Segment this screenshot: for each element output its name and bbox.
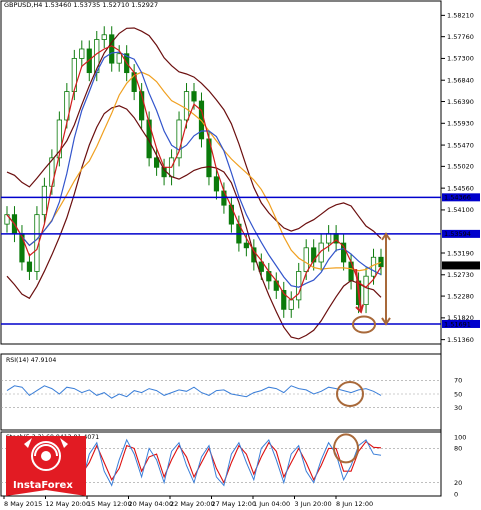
stoch-tick-label: 0 [454, 490, 458, 498]
level-tag-upper: 1.54366 [444, 194, 471, 202]
candle-body [363, 275, 369, 306]
stoch-tick-label: 100 [454, 433, 466, 441]
time-tick-label: 22 May 20:00 [170, 500, 215, 508]
candle-body [378, 256, 384, 268]
time-tick-label: 8 May 2015 [4, 500, 42, 508]
time-tick-label: 1 Jun 04:00 [253, 500, 290, 508]
candle-body [191, 91, 197, 102]
price-tick-label: 1.52730 [447, 271, 474, 279]
price-tick-label: 1.56840 [447, 77, 474, 85]
logo-text: InstaForex [13, 480, 73, 491]
price-tick-label: 1.57300 [447, 55, 474, 63]
time-tick-label: 27 May 12:00 [212, 500, 257, 508]
candle-body [41, 185, 48, 216]
candle-body [26, 261, 33, 272]
level-tag-support: 1.51691 [444, 320, 471, 328]
price-tick-label: 1.58210 [447, 12, 474, 20]
time-tick-label: 12 May 20:00 [46, 500, 91, 508]
candle-body [213, 176, 220, 192]
candle-body [116, 53, 122, 64]
rsi-tick-label: 30 [454, 404, 462, 412]
price-tick-label: 1.55020 [447, 163, 474, 171]
price-tick-label: 1.57760 [447, 33, 474, 41]
time-tick-label: 8 Jun 12:00 [336, 500, 373, 508]
candle-body [243, 242, 249, 249]
candle-body [288, 299, 294, 310]
price-tick-label: 1.55930 [447, 120, 474, 128]
candle-body [183, 91, 190, 121]
candle-body [303, 247, 309, 272]
candle-body [109, 34, 115, 64]
candle-body [101, 34, 107, 40]
bollinger-upper [6, 27, 382, 239]
candle-body [79, 48, 85, 59]
price-tick-label: 1.52280 [447, 292, 474, 300]
current-price-tag: 1.52927 [444, 262, 471, 270]
price-tick-label: 1.56390 [447, 98, 474, 106]
price-tick-label: 1.54100 [447, 206, 474, 214]
price-tick-label: 1.53190 [447, 249, 474, 257]
stoch-tick-label: 80 [454, 445, 462, 453]
stoch-tick-label: 20 [454, 479, 462, 487]
rsi-tick-label: 50 [454, 390, 462, 398]
rsi-line [6, 385, 382, 399]
time-tick-label: 15 May 12:00 [87, 500, 132, 508]
price-tick-label: 1.54560 [447, 184, 474, 192]
time-tick-label: 20 May 04:00 [129, 500, 174, 508]
price-tick-label: 1.55470 [447, 141, 474, 149]
candle-body [326, 233, 332, 244]
rsi-label: RSI(14) 47.9104 [6, 357, 57, 364]
price-tick-label: 1.51360 [447, 336, 474, 344]
rsi-tick-label: 70 [454, 377, 462, 385]
level-tag-resist: 1.53594 [444, 230, 471, 238]
time-tick-label: 3 Jun 20:00 [295, 500, 332, 508]
